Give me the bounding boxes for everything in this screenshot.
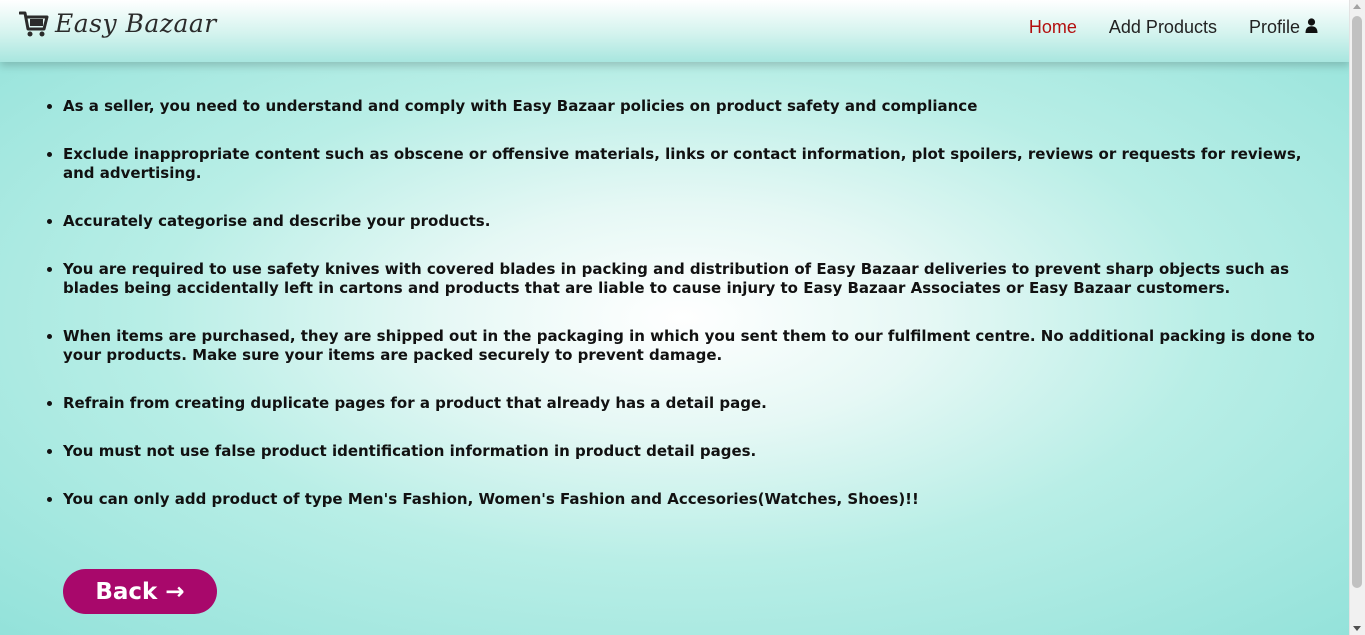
scroll-up-arrow-icon[interactable] (1353, 4, 1361, 9)
policy-item: Exclude inappropriate content such as ob… (63, 145, 1335, 183)
scroll-down-arrow-icon[interactable] (1353, 626, 1361, 631)
policy-item: You can only add product of type Men's F… (63, 490, 1335, 509)
policy-item: You are required to use safety knives wi… (63, 260, 1335, 298)
policy-item: As a seller, you need to understand and … (63, 97, 1335, 116)
navbar: Easy Bazaar Home Add Products Profile (0, 0, 1350, 62)
brand[interactable]: Easy Bazaar (19, 9, 217, 38)
nav-profile-label: Profile (1248, 17, 1300, 37)
policy-item: Refrain from creating duplicate pages fo… (63, 394, 1335, 413)
policy-item: Accurately categorise and describe your … (63, 212, 1335, 231)
main-nav: Home Add Products Profile (997, 17, 1318, 38)
policy-content: As a seller, you need to understand and … (0, 97, 1335, 538)
nav-home-link[interactable]: Home (1029, 17, 1077, 38)
policy-item: You must not use false product identific… (63, 442, 1335, 461)
brand-name: Easy Bazaar (55, 9, 217, 38)
back-button[interactable]: Back → (63, 569, 217, 614)
vertical-scrollbar[interactable] (1349, 0, 1365, 635)
user-icon (1305, 17, 1318, 38)
shopping-cart-icon (19, 10, 49, 38)
policy-item: When items are purchased, they are shipp… (63, 327, 1335, 365)
nav-profile-link[interactable]: Profile (1249, 17, 1318, 38)
policy-list: As a seller, you need to understand and … (0, 97, 1335, 509)
scrollbar-thumb[interactable] (1352, 16, 1362, 588)
nav-add-products-link[interactable]: Add Products (1109, 17, 1217, 38)
